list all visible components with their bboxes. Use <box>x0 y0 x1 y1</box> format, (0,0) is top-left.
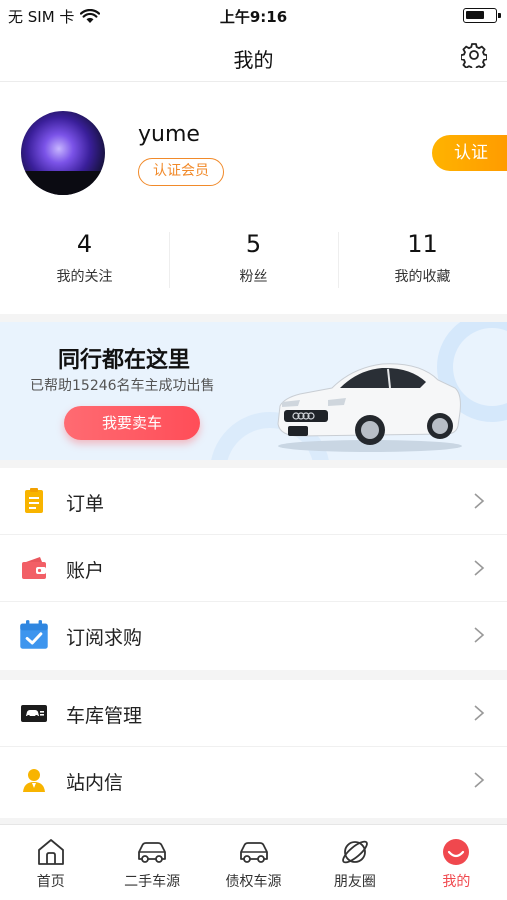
nav-bar: 我的 <box>0 30 507 82</box>
tab-label: 二手车源 <box>124 874 181 890</box>
menu-group-1: 订单 账户 订阅求购 <box>0 468 507 670</box>
stat-value: 4 <box>76 230 93 258</box>
gear-icon[interactable] <box>461 42 487 68</box>
stat-label: 我的关注 <box>56 269 113 285</box>
tab-debt-cars[interactable]: 债权车源 <box>203 825 304 900</box>
member-badge: 认证会员 <box>138 158 224 186</box>
chevron-right-icon <box>474 627 485 643</box>
clock: 上午9:16 <box>219 8 288 26</box>
page-title: 我的 <box>233 48 274 72</box>
planet-icon <box>342 840 368 864</box>
stat-following[interactable]: 4 我的关注 <box>0 230 169 290</box>
stat-value: 5 <box>245 230 262 258</box>
tab-home[interactable]: 首页 <box>0 825 101 900</box>
car-image <box>277 363 462 452</box>
tab-me[interactable]: 我的 <box>406 825 507 900</box>
profile-stats: 4 我的关注 5 粉丝 11 我的收藏 <box>0 230 507 290</box>
tab-moments[interactable]: 朋友圈 <box>304 825 405 900</box>
stat-label: 粉丝 <box>239 269 268 285</box>
chevron-right-icon <box>474 560 485 576</box>
banner-headline: 同行都在这里 <box>58 348 191 373</box>
smile-icon <box>443 839 470 865</box>
verify-button[interactable]: 认证 <box>432 135 507 171</box>
calendar-check-icon <box>20 620 48 649</box>
tab-label: 朋友圈 <box>333 874 376 890</box>
menu-item-garage[interactable]: 车库管理 <box>0 680 507 747</box>
menu-item-label: 站内信 <box>66 772 124 794</box>
menu-group-2: 车库管理 站内信 <box>0 680 507 818</box>
menu-item-subscription[interactable]: 订阅求购 <box>0 602 507 669</box>
tab-label: 首页 <box>36 874 65 890</box>
stat-value: 11 <box>407 230 438 258</box>
person-message-icon <box>23 769 45 792</box>
menu-item-label: 订阅求购 <box>66 627 143 649</box>
car-icon <box>239 842 268 863</box>
menu-item-orders[interactable]: 订单 <box>0 468 507 535</box>
username: yume <box>138 122 200 147</box>
avatar[interactable] <box>21 111 105 195</box>
menu-item-messages[interactable]: 站内信 <box>0 747 507 814</box>
chevron-right-icon <box>474 772 485 788</box>
menu-item-label: 订单 <box>66 493 105 515</box>
banner-subtitle: 已帮助15246名车主成功出售 <box>30 378 215 394</box>
menu-item-label: 车库管理 <box>66 705 143 727</box>
profile-card: yume 认证会员 认证 4 我的关注 5 粉丝 11 我的收藏 <box>0 82 507 314</box>
chevron-right-icon <box>474 705 485 721</box>
tab-used-cars[interactable]: 二手车源 <box>101 825 202 900</box>
tab-bar: 首页 二手车源 债权车源 朋友圈 我的 <box>0 824 507 900</box>
tab-label: 债权车源 <box>225 874 282 890</box>
stat-fans[interactable]: 5 粉丝 <box>169 230 338 290</box>
wallet-icon <box>22 557 46 579</box>
tab-label: 我的 <box>442 874 471 890</box>
chevron-right-icon <box>474 493 485 509</box>
battery-icon <box>463 8 501 23</box>
car-icon <box>138 842 167 863</box>
sell-car-banner[interactable]: 同行都在这里 已帮助15246名车主成功出售 我要卖车 <box>0 322 507 460</box>
status-bar: 无 SIM 卡 上午9:16 <box>0 0 507 30</box>
clipboard-icon <box>25 488 43 513</box>
home-icon <box>37 839 64 865</box>
menu-item-label: 账户 <box>66 560 105 582</box>
garage-card-icon <box>21 705 47 722</box>
stat-favorites[interactable]: 11 我的收藏 <box>338 230 507 290</box>
menu-item-account[interactable]: 账户 <box>0 535 507 602</box>
stat-label: 我的收藏 <box>394 269 451 285</box>
sell-car-button[interactable]: 我要卖车 <box>64 406 200 440</box>
